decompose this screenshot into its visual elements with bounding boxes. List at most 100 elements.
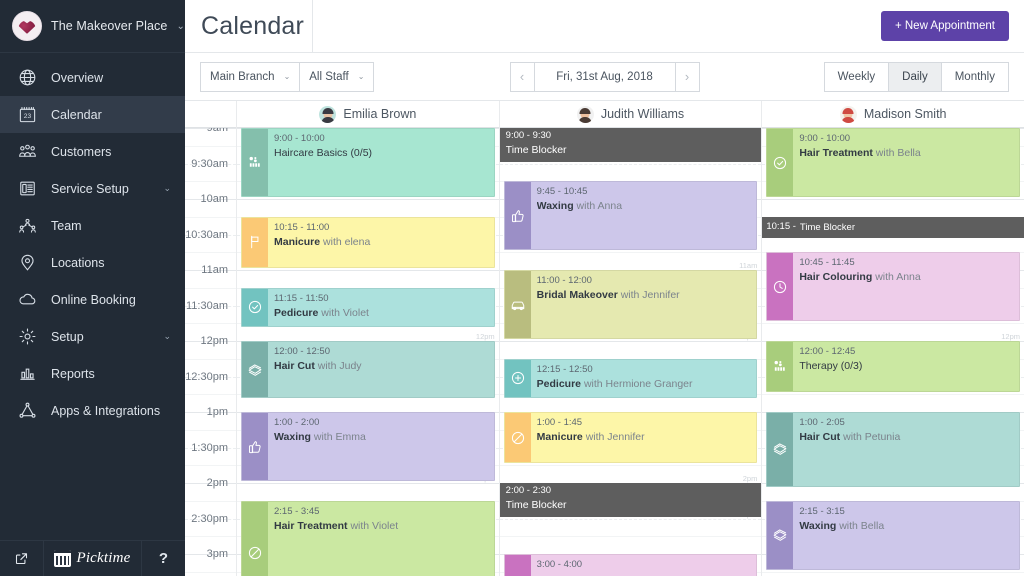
event-body: 10:15 - 11:00 Manicure with elena bbox=[268, 218, 494, 267]
appointment-event[interactable]: 2:15 - 3:45 Hair Treatment with Violet bbox=[241, 500, 495, 576]
group-class-icon bbox=[242, 129, 268, 196]
sidebar-item-calendar[interactable]: 23 Calendar bbox=[0, 96, 185, 133]
appointment-event[interactable]: 3:00 - 4:00 bbox=[503, 554, 758, 576]
time-tick: 1pm bbox=[206, 406, 228, 418]
column-grid[interactable]: 9am9:30am10am11am12pm2pm2:30pm9:00 - 10:… bbox=[237, 128, 499, 576]
current-date-display[interactable]: Fri, 31st Aug, 2018 bbox=[534, 61, 675, 92]
sidebar-item-online-booking[interactable]: Online Booking bbox=[0, 281, 185, 318]
appointment-event[interactable]: 9:00 - 10:00 Hair Treatment with Bella bbox=[766, 128, 1021, 197]
thumbs-up-icon bbox=[242, 413, 268, 480]
grid-line bbox=[762, 571, 1024, 573]
event-title: Therapy (0/3) bbox=[799, 359, 1013, 374]
sidebar-item-reports[interactable]: Reports bbox=[0, 355, 185, 392]
staff-select[interactable]: All Staff ⌄ bbox=[300, 61, 375, 92]
event-customer-name: with Violet bbox=[321, 306, 369, 319]
column-grid[interactable]: 9am9:30am10am11am12pm2pm2:30pm9:00 - 9:3… bbox=[499, 128, 762, 576]
brand-name: The Makeover Place bbox=[51, 19, 168, 33]
sidebar-item-locations[interactable]: Locations bbox=[0, 244, 185, 281]
appointment-event[interactable]: 1:00 - 2:00 Waxing with Emma bbox=[241, 412, 495, 481]
event-body: 9:45 - 10:45 Waxing with Anna bbox=[531, 182, 757, 249]
sidebar-item-customers[interactable]: Customers bbox=[0, 133, 185, 170]
car-icon bbox=[504, 271, 531, 338]
appointment-event[interactable]: 9:45 - 10:45 Waxing with Anna bbox=[503, 181, 758, 251]
cloud-icon bbox=[16, 289, 38, 311]
appointment-event[interactable]: 11:00 - 12:00 Bridal Makeover with Jennif… bbox=[503, 270, 758, 339]
event-title: Waxing with Anna bbox=[537, 199, 751, 214]
calendar-toolbar: Main Branch ⌄ All Staff ⌄ ‹ Fri, 31st Au… bbox=[185, 53, 1024, 101]
help-button[interactable]: ? bbox=[141, 541, 185, 576]
event-time: 9:00 - 9:30 bbox=[505, 130, 552, 141]
event-service-name: Waxing bbox=[274, 430, 311, 443]
appointment-event[interactable]: 9:00 - 10:00 Haircare Basics (0/5) bbox=[241, 128, 495, 197]
event-body: 9:00 - 10:00 Hair Treatment with Bella bbox=[793, 129, 1019, 196]
appointment-event[interactable]: 2:15 - 3:15 Waxing with Bella bbox=[766, 500, 1021, 570]
appointment-event[interactable]: 10:45 - 11:45 Hair Colouring with Anna bbox=[766, 252, 1021, 322]
new-appointment-button[interactable]: + New Appointment bbox=[880, 11, 1009, 41]
event-time: 1:00 - 2:00 bbox=[274, 417, 320, 428]
grid-line bbox=[185, 358, 236, 360]
sidebar-item-label: Service Setup bbox=[51, 181, 129, 196]
svg-text:23: 23 bbox=[23, 113, 31, 120]
tab-monthly[interactable]: Monthly bbox=[941, 61, 1009, 92]
main-area: Calendar + New Appointment Main Branch ⌄… bbox=[185, 0, 1024, 576]
time-blocker-event[interactable]: 9:00 - 9:30 Time Blocker bbox=[499, 128, 762, 162]
sidebar: The Makeover Place ⌄ Overview 23 Calenda… bbox=[0, 0, 185, 576]
event-body: 11:15 - 11:50 Pedicure with Violet bbox=[268, 289, 494, 326]
appointment-event[interactable]: 1:00 - 1:45 Manicure with Jennifer bbox=[503, 412, 758, 464]
appointment-event[interactable]: 10:15 - 11:00 Manicure with elena bbox=[241, 216, 495, 268]
staff-column-header[interactable]: Judith Williams bbox=[499, 101, 762, 128]
appointment-event[interactable]: 12:15 - 12:50 Pedicure with Hermione Gran… bbox=[503, 358, 758, 399]
event-title: Time Blocker bbox=[506, 143, 756, 158]
event-customer-name: with Judy bbox=[317, 359, 362, 372]
sidebar-item-service-setup[interactable]: Service Setup ⌄ bbox=[0, 170, 185, 207]
event-title: Hair Cut with Petunia bbox=[799, 430, 1013, 445]
event-customer-name: with Emma bbox=[313, 430, 366, 443]
cash-icon bbox=[767, 413, 794, 486]
event-customer-name: with Hermione Granger bbox=[583, 377, 693, 390]
list-icon bbox=[16, 178, 38, 200]
sidebar-item-apps-integrations[interactable]: Apps & Integrations bbox=[0, 392, 185, 429]
event-time: 1:00 - 1:45 bbox=[536, 417, 583, 428]
sidebar-item-overview[interactable]: Overview bbox=[0, 59, 185, 96]
tab-daily[interactable]: Daily bbox=[889, 61, 942, 92]
time-tick: 10:30am bbox=[185, 228, 228, 241]
staff-column: Judith Williams 9am9:30am10am11am12pm2pm2… bbox=[499, 101, 763, 576]
event-body: 2:15 - 3:15 Waxing with Bella bbox=[793, 502, 1019, 569]
sidebar-item-setup[interactable]: Setup ⌄ bbox=[0, 318, 185, 355]
picktime-logo-text: Picktime bbox=[76, 550, 131, 566]
sidebar-item-team[interactable]: Team bbox=[0, 207, 185, 244]
sidebar-item-label: Customers bbox=[51, 144, 112, 159]
event-service-name: Pedicure bbox=[536, 377, 582, 390]
time-blocker-event[interactable]: 10:15 - Time Blocker bbox=[762, 216, 1024, 239]
next-day-button[interactable]: › bbox=[674, 61, 700, 92]
event-body: 1:00 - 2:05 Hair Cut with Petunia bbox=[793, 413, 1019, 486]
staff-columns: Emilia Brown 9am9:30am10am11am12pm2pm2:30… bbox=[237, 101, 1024, 576]
prev-day-button[interactable]: ‹ bbox=[509, 61, 535, 92]
event-service-name: Hair Cut bbox=[799, 430, 841, 443]
picktime-logo[interactable]: Picktime bbox=[44, 541, 141, 576]
appointment-event[interactable]: 1:00 - 2:05 Hair Cut with Petunia bbox=[766, 412, 1021, 487]
time-blocker-event[interactable]: 2:00 - 2:30 Time Blocker bbox=[499, 483, 762, 517]
brand-selector[interactable]: The Makeover Place ⌄ bbox=[0, 0, 185, 53]
appointment-event[interactable]: 11:15 - 11:50 Pedicure with Violet bbox=[241, 287, 495, 328]
appointment-event[interactable]: 12:00 - 12:45 Therapy (0/3) bbox=[766, 341, 1021, 393]
staff-column-header[interactable]: Emilia Brown bbox=[237, 101, 499, 128]
flag-icon bbox=[242, 217, 268, 267]
staff-column-header[interactable]: Madison Smith bbox=[762, 101, 1024, 128]
time-tick: 2pm bbox=[206, 477, 228, 489]
event-service-name: Waxing bbox=[799, 519, 837, 532]
appointment-event[interactable]: 12:00 - 12:50 Hair Cut with Judy bbox=[241, 341, 495, 399]
event-time: 2:00 - 2:30 bbox=[505, 485, 552, 496]
grid-line bbox=[185, 145, 236, 147]
tab-weekly[interactable]: Weekly bbox=[823, 61, 890, 92]
external-link-icon[interactable] bbox=[0, 541, 44, 576]
picktime-logo-icon bbox=[54, 550, 72, 567]
event-title: Waxing with Bella bbox=[799, 519, 1013, 534]
event-body: 12:00 - 12:50 Hair Cut with Judy bbox=[268, 342, 494, 397]
branch-select[interactable]: Main Branch ⌄ bbox=[200, 61, 301, 92]
event-service-name: Time Blocker bbox=[799, 221, 855, 233]
event-service-name: Manicure bbox=[274, 235, 321, 248]
time-tick: 10am bbox=[200, 193, 228, 205]
column-grid[interactable]: 9am9:30am10am11am12pm2pm2:30pm9:00 - 10:… bbox=[762, 128, 1024, 576]
